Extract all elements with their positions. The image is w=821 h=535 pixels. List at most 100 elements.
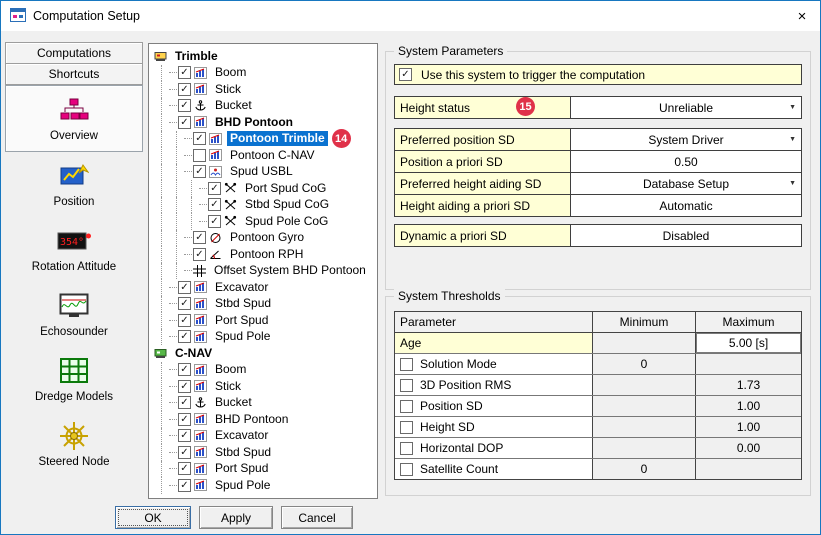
tree-checkbox[interactable]: ✓ [178, 396, 191, 409]
tree-node-excavator[interactable]: ✓ Excavator [154, 428, 377, 445]
ok-button[interactable]: OK [115, 506, 191, 529]
tree-node-label[interactable]: Pontoon C-NAV [227, 148, 318, 163]
tree-node-stick[interactable]: ✓ Stick [154, 378, 377, 395]
tree-node-label[interactable]: Excavator [212, 428, 271, 443]
threshold-max-cell[interactable]: 5.00 [s] [696, 333, 801, 353]
tree-node-spud-usbl[interactable]: ✓ Spud USBL [154, 164, 377, 181]
tree-node-label[interactable]: Spud USBL [227, 164, 296, 179]
tree-node-pontoon-trimble[interactable]: ✓Pontoon Trimble14 [154, 131, 377, 148]
tree-node-port-spud[interactable]: ✓ Port Spud [154, 312, 377, 329]
preferred-height-aiding-sd-dropdown[interactable]: Database Setup ▼ [571, 173, 801, 194]
tree-checkbox[interactable]: ✓ [193, 248, 206, 261]
tree-node-label[interactable]: Stbd Spud CoG [242, 197, 332, 212]
tab-shortcuts[interactable]: Shortcuts [5, 63, 143, 85]
tree-checkbox[interactable]: ✓ [178, 429, 191, 442]
tree-node-label[interactable]: Trimble [172, 49, 221, 64]
tree-node-label[interactable]: Port Spud [212, 461, 271, 476]
tree-checkbox[interactable]: ✓ [178, 363, 191, 376]
tree-node-excavator[interactable]: ✓ Excavator [154, 279, 377, 296]
tree-node-bucket[interactable]: ✓ Bucket [154, 98, 377, 115]
tree-node-label[interactable]: Port Spud [212, 313, 271, 328]
tree-node-bucket[interactable]: ✓ Bucket [154, 395, 377, 412]
tree-node-label[interactable]: Bucket [212, 98, 255, 113]
tree-node-label[interactable]: BHD Pontoon [212, 412, 291, 427]
sidebar-item-position[interactable]: Position [5, 152, 143, 217]
tree-node-label[interactable]: C-NAV [172, 346, 215, 361]
tree-node-port-spud[interactable]: ✓ Port Spud [154, 461, 377, 478]
tree-checkbox[interactable]: ✓ [178, 314, 191, 327]
position-a-priori-sd-field[interactable]: 0.50 [571, 151, 801, 172]
sidebar-item-dredge-models[interactable]: Dredge Models [5, 347, 143, 412]
apply-button[interactable]: Apply [199, 506, 273, 529]
tree-node-stick[interactable]: ✓ Stick [154, 81, 377, 98]
tree-node-label[interactable]: Stbd Spud [212, 445, 274, 460]
tree-node-bhd-pontoon[interactable]: ✓BHD Pontoon [154, 114, 377, 131]
sidebar-item-overview[interactable]: Overview [5, 85, 143, 152]
tree-node-pontoon-gyro[interactable]: ✓ Pontoon Gyro [154, 230, 377, 247]
trigger-computation-row[interactable]: ✓ Use this system to trigger the computa… [394, 64, 802, 85]
tree-node-label[interactable]: Stick [212, 82, 244, 97]
tree-checkbox[interactable]: ✓ [178, 462, 191, 475]
threshold-checkbox[interactable] [400, 421, 413, 434]
tree-node-label[interactable]: Pontoon Trimble [227, 131, 328, 146]
tree-node-label[interactable]: Stbd Spud [212, 296, 274, 311]
tree-node-spud-pole[interactable]: ✓ Spud Pole [154, 477, 377, 494]
tree-checkbox[interactable]: ✓ [178, 83, 191, 96]
tree-node-label[interactable]: Excavator [212, 280, 271, 295]
tree-checkbox[interactable]: ✓ [178, 66, 191, 79]
tree-node-label[interactable]: Pontoon Gyro [227, 230, 307, 245]
threshold-checkbox[interactable] [400, 442, 413, 455]
tree-node-boom[interactable]: ✓ Boom [154, 65, 377, 82]
cancel-button[interactable]: Cancel [281, 506, 353, 529]
tree-node-boom[interactable]: ✓ Boom [154, 362, 377, 379]
tree-node-label[interactable]: Offset System BHD Pontoon [211, 263, 369, 278]
sidebar-item-rotation-attitude[interactable]: 354° Rotation Attitude [5, 217, 143, 282]
tree-checkbox[interactable]: ✓ [178, 99, 191, 112]
tree-node-label[interactable]: Pontoon RPH [227, 247, 306, 262]
sidebar-item-echosounder[interactable]: Echosounder [5, 282, 143, 347]
tree-checkbox[interactable]: ✓ [178, 116, 191, 129]
tree-node-label[interactable]: Bucket [212, 395, 255, 410]
tree-node-spud-pole-cog[interactable]: ✓ Spud Pole CoG [154, 213, 377, 230]
tree-checkbox[interactable]: ✓ [178, 479, 191, 492]
tree-checkbox[interactable]: ✓ [178, 297, 191, 310]
tree-node-label[interactable]: Port Spud CoG [242, 181, 329, 196]
threshold-checkbox[interactable] [400, 358, 413, 371]
tree-checkbox[interactable]: ✓ [193, 231, 206, 244]
height-status-dropdown[interactable]: Unreliable ▼ [571, 97, 801, 118]
tree-checkbox[interactable]: ✓ [193, 165, 206, 178]
tree-checkbox[interactable]: ✓ [178, 413, 191, 426]
tree-node-label[interactable]: Stick [212, 379, 244, 394]
preferred-position-sd-dropdown[interactable]: System Driver ▼ [571, 129, 801, 150]
tree-node-pontoon-c-nav[interactable]: Pontoon C-NAV [154, 147, 377, 164]
trigger-checkbox[interactable]: ✓ [399, 68, 412, 81]
tree-node-offset-system-bhd-pontoon[interactable]: Offset System BHD Pontoon [154, 263, 377, 280]
tree-node-label[interactable]: Boom [212, 362, 249, 377]
tree-checkbox[interactable] [193, 149, 206, 162]
tree-checkbox[interactable]: ✓ [208, 182, 221, 195]
threshold-checkbox[interactable] [400, 400, 413, 413]
tree-node-label[interactable]: Boom [212, 65, 249, 80]
tree-checkbox[interactable]: ✓ [208, 198, 221, 211]
tree-node-pontoon-rph[interactable]: ✓ Pontoon RPH [154, 246, 377, 263]
tree-node-label[interactable]: Spud Pole CoG [242, 214, 331, 229]
tree-node-stbd-spud[interactable]: ✓ Stbd Spud [154, 444, 377, 461]
tree-node-trimble[interactable]: Trimble [154, 48, 377, 65]
sidebar-item-steered-node[interactable]: Steered Node [5, 412, 143, 477]
tree-node-bhd-pontoon[interactable]: ✓ BHD Pontoon [154, 411, 377, 428]
close-icon[interactable]: × [784, 1, 820, 31]
tab-computations[interactable]: Computations [5, 42, 143, 64]
tree-checkbox[interactable]: ✓ [178, 446, 191, 459]
tree-checkbox[interactable]: ✓ [178, 330, 191, 343]
tree-checkbox[interactable]: ✓ [178, 380, 191, 393]
tree-checkbox[interactable]: ✓ [178, 281, 191, 294]
tree-checkbox[interactable]: ✓ [208, 215, 221, 228]
tree-node-c-nav[interactable]: C-NAV [154, 345, 377, 362]
tree-checkbox[interactable]: ✓ [193, 132, 206, 145]
tree-node-stbd-spud-cog[interactable]: ✓ Stbd Spud CoG [154, 197, 377, 214]
threshold-checkbox[interactable] [400, 379, 413, 392]
tree-node-stbd-spud[interactable]: ✓ Stbd Spud [154, 296, 377, 313]
threshold-checkbox[interactable] [400, 463, 413, 476]
tree-node-label[interactable]: Spud Pole [212, 478, 273, 493]
tree-node-spud-pole[interactable]: ✓Spud Pole [154, 329, 377, 346]
